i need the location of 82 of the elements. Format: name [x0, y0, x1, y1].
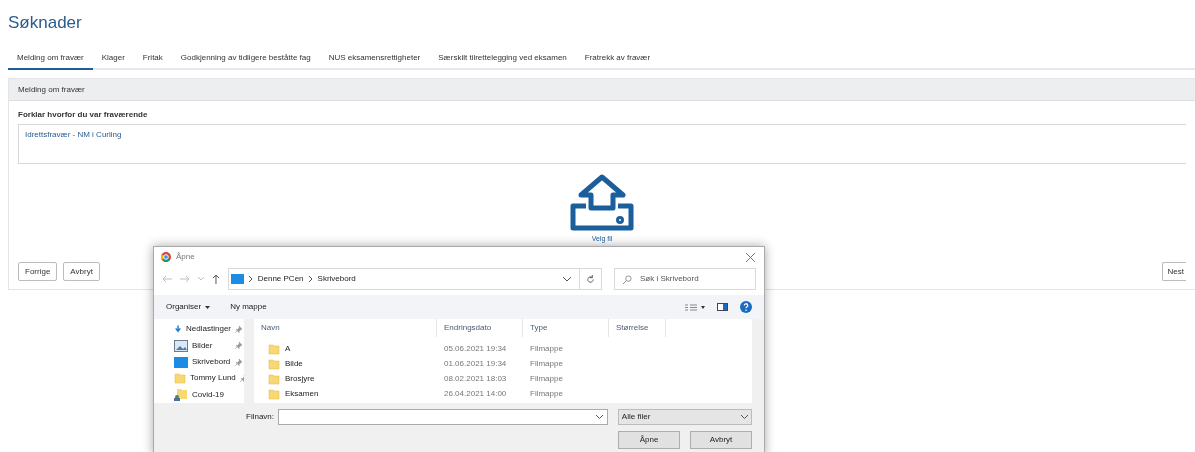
back-arrow-icon[interactable]: [162, 275, 172, 283]
pictures-icon: [174, 339, 188, 352]
desktop-icon: [230, 274, 244, 284]
chevron-right-icon: [248, 276, 253, 282]
nav-item[interactable]: Covid-19: [154, 386, 254, 403]
upload-icon: [568, 174, 636, 232]
chevron-down-icon: [595, 415, 603, 419]
chevron-right-icon: [308, 276, 313, 282]
file-date: 08.02.2021 18:03: [443, 372, 508, 385]
nav-item[interactable]: Nedlastinger: [154, 321, 254, 338]
pin-icon[interactable]: [235, 325, 242, 333]
dialog-button[interactable]: Avbryt: [690, 431, 752, 449]
pin-icon[interactable]: [235, 342, 242, 350]
refresh-icon[interactable]: [585, 274, 595, 284]
search-icon: [622, 274, 632, 284]
folder-icon: [174, 372, 186, 385]
file-name: Bilde: [285, 357, 303, 370]
field-label: Forklar hvorfor du var fraværende: [18, 109, 149, 121]
file-type: Filmappe: [529, 372, 564, 385]
column-header[interactable]: Type: [523, 319, 609, 337]
file-date: 01.06.2021 19:34: [443, 357, 508, 370]
nav-item[interactable]: Tommy Lund: [154, 370, 254, 387]
filename-label: Filnavn:: [246, 411, 274, 423]
filename-field[interactable]: [278, 409, 608, 425]
shared-folder-icon: [174, 388, 188, 402]
nav-item[interactable]: Skrivebord: [154, 353, 254, 371]
file-type-select[interactable]: Alle filer: [617, 409, 752, 425]
file-date: 26.04.2021 14:00: [443, 387, 508, 400]
tab[interactable]: NUS eksamensrettigheter: [319, 48, 430, 70]
nav-item[interactable]: Bilder: [154, 337, 254, 354]
new-folder-button[interactable]: Ny mappe: [230, 301, 267, 313]
column-header[interactable]: Endringsdato: [437, 319, 523, 337]
nav-button[interactable]: Avbryt: [63, 262, 100, 281]
file-name: A: [285, 342, 291, 355]
tab[interactable]: Fritak: [133, 48, 172, 70]
next-button[interactable]: Nest: [1161, 262, 1186, 281]
panel-header: Melding om fravær: [9, 79, 1195, 101]
column-header[interactable]: Størrelse: [609, 319, 666, 337]
file-type: Filmappe: [529, 387, 564, 400]
caret-icon: [205, 305, 211, 309]
file-row[interactable]: Eksamen 26.04.2021 14:00 Filmappe: [254, 386, 764, 401]
path-segment[interactable]: Skrivebord: [317, 273, 356, 285]
file-type: Filmappe: [529, 357, 564, 370]
file-row[interactable]: A 05.06.2021 19:34 Filmappe: [254, 341, 764, 356]
page-title: Søknader: [8, 12, 83, 32]
tab[interactable]: Særskilt tilrettelegging ved eksamen: [429, 48, 576, 70]
address-bar[interactable]: Denne PCen Skrivebord: [227, 268, 602, 290]
pin-icon[interactable]: [235, 358, 242, 366]
dialog-title: Åpne: [176, 251, 195, 263]
forward-arrow-icon[interactable]: [179, 275, 190, 283]
folder-icon: [268, 387, 280, 400]
folder-icon: [268, 372, 280, 385]
tab[interactable]: Melding om fravær: [8, 48, 93, 70]
view-options-icon[interactable]: [685, 303, 705, 311]
desktop-icon: [174, 356, 188, 368]
nav-button[interactable]: Forrige: [18, 262, 58, 281]
organize-menu[interactable]: Organiser: [166, 301, 211, 313]
folder-icon: [268, 342, 280, 355]
tab[interactable]: Fratrekk av fravær: [575, 48, 660, 70]
tab[interactable]: Klager: [92, 48, 134, 70]
up-arrow-icon[interactable]: [211, 274, 220, 284]
path-segment[interactable]: Denne PCen: [257, 273, 304, 285]
column-header[interactable]: Navn: [254, 319, 437, 337]
chevron-down-icon[interactable]: [562, 276, 571, 282]
dialog-button[interactable]: Åpne: [618, 431, 680, 449]
close-icon[interactable]: [746, 252, 755, 262]
file-name: Eksamen: [285, 387, 319, 400]
file-date: 05.06.2021 19:34: [443, 342, 508, 355]
file-row[interactable]: Brosjyre 08.02.2021 18:03 Filmappe: [254, 371, 764, 386]
browser-logo-icon: [161, 252, 171, 262]
scrollbar[interactable]: [244, 319, 254, 403]
folder-icon: [268, 357, 280, 370]
file-name: Brosjyre: [285, 372, 315, 385]
search-field[interactable]: Søk i Skrivebord: [613, 268, 756, 290]
file-type: Filmappe: [529, 342, 564, 355]
help-icon[interactable]: [740, 301, 752, 313]
file-row[interactable]: Bilde 01.06.2021 19:34 Filmappe: [254, 356, 764, 371]
preview-pane-icon[interactable]: [717, 303, 728, 311]
tab[interactable]: Godkjenning av tidligere beståtte fag: [171, 48, 320, 70]
chevron-down-icon: [741, 415, 748, 419]
text-area[interactable]: Idrettsfravær - NM i Curling: [18, 124, 1186, 164]
scrollbar[interactable]: [752, 319, 764, 403]
